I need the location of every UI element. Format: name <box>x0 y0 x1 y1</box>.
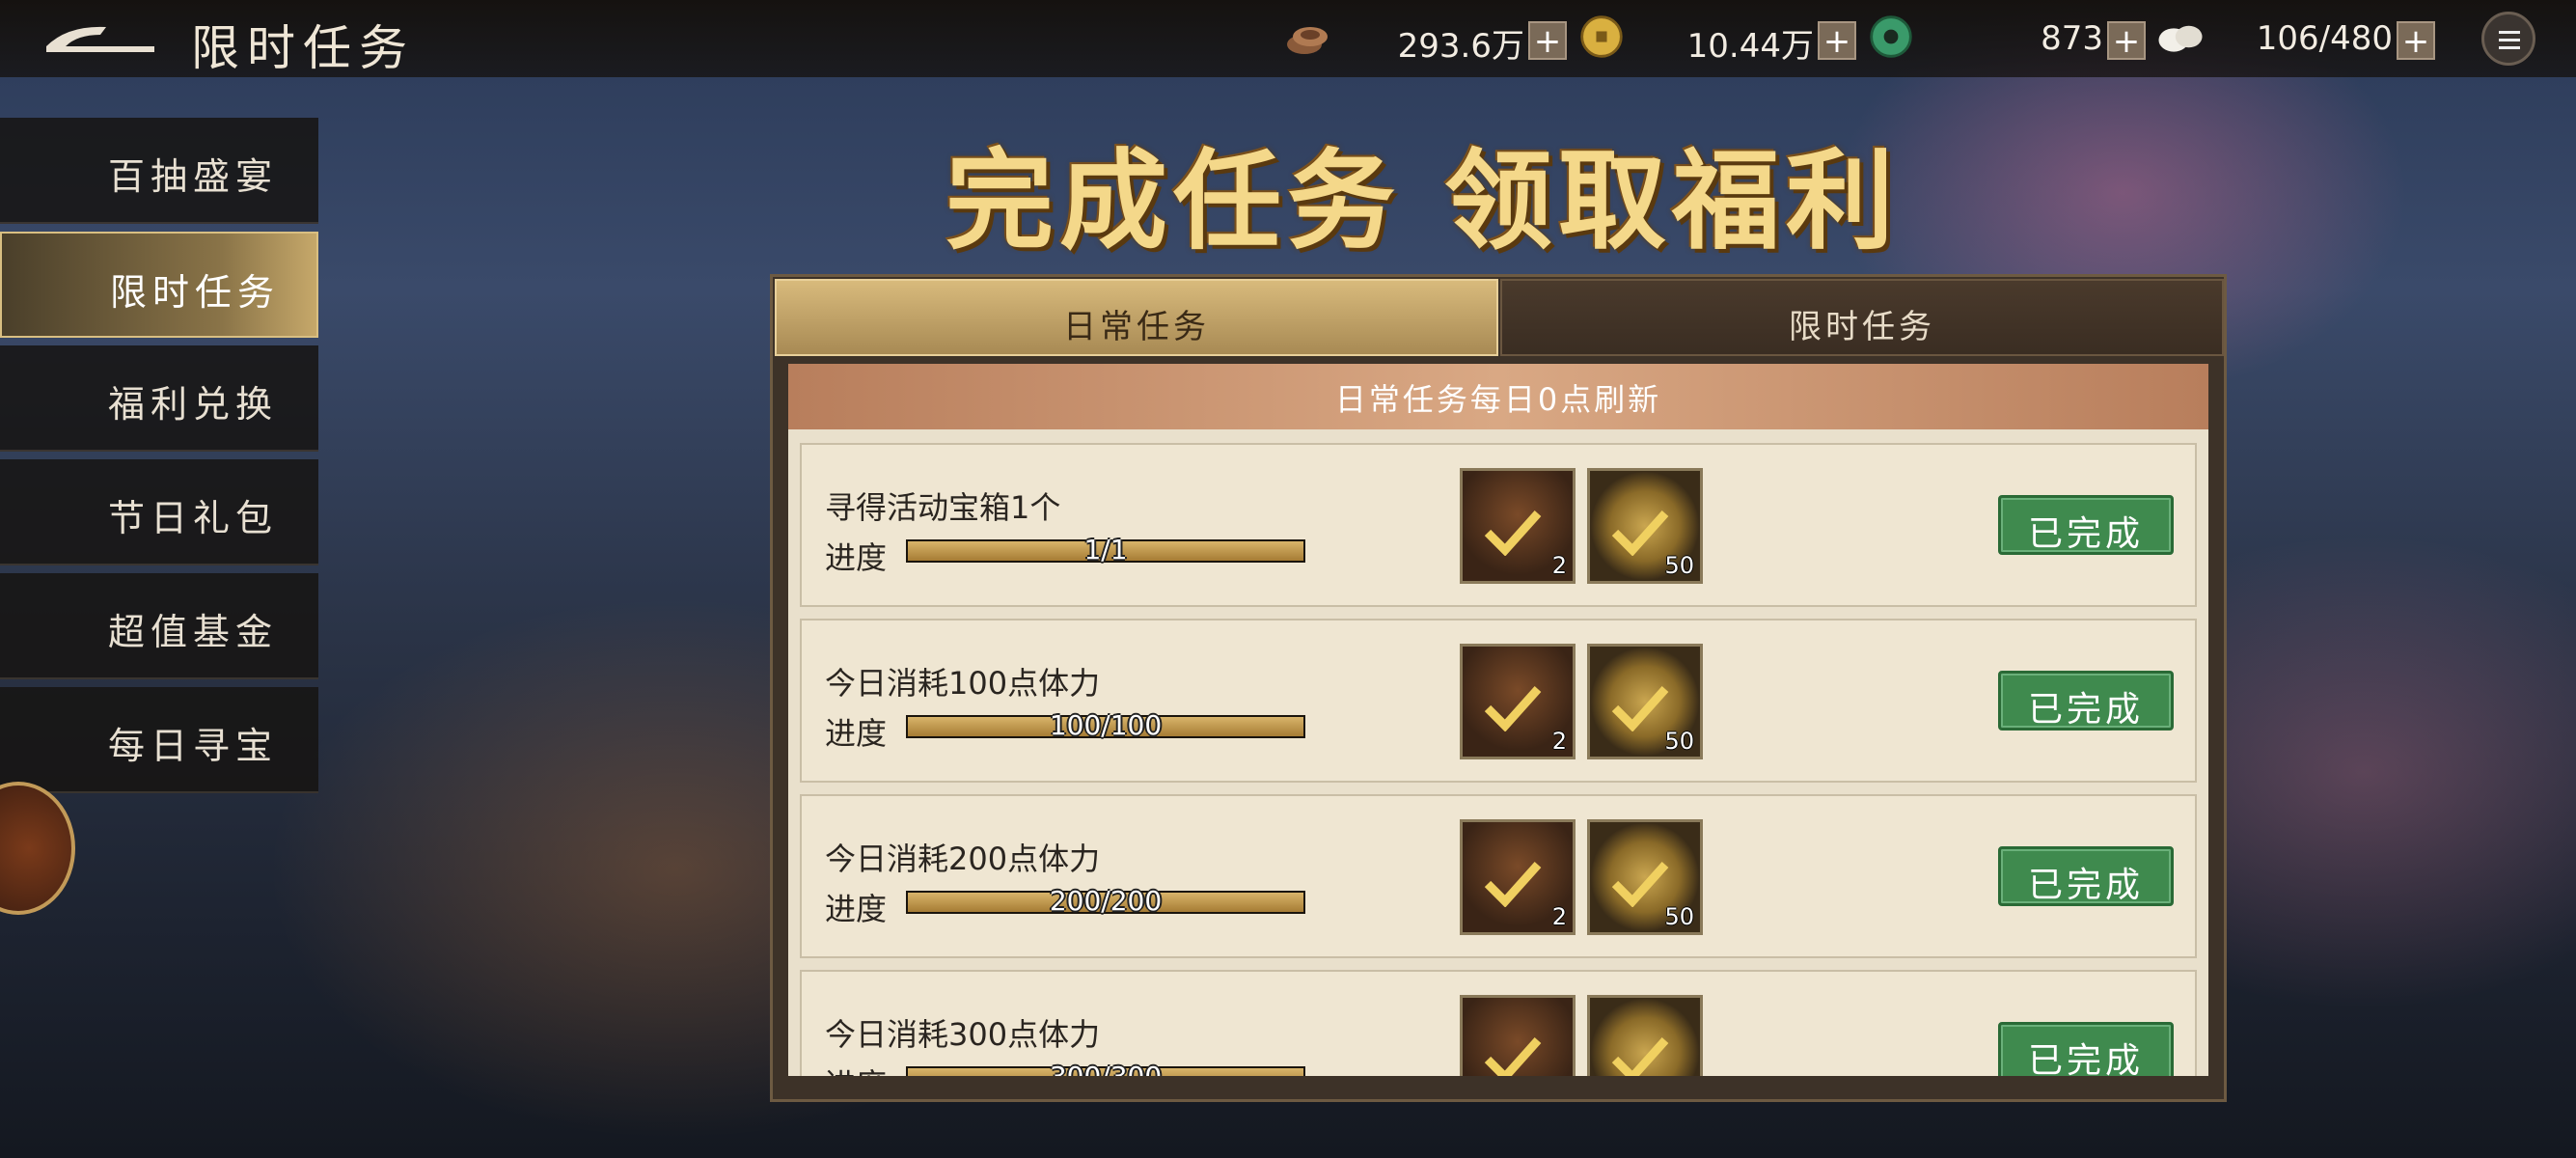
progress-text: 1/1 <box>1083 534 1128 565</box>
completed-button[interactable]: 已完成 <box>1998 495 2174 555</box>
reward-count: 2 <box>1551 728 1567 755</box>
stamina-value: 106/480 <box>2256 19 2393 58</box>
sidebar-item-hundred-draw[interactable]: 百抽盛宴 <box>0 118 318 224</box>
sidebar-item-festival-gift[interactable]: 节日礼包 <box>0 459 318 565</box>
gold-coin-value: 10.44万 <box>1686 27 1814 66</box>
progress-label: 进度 <box>825 539 888 576</box>
check-icon <box>1611 1036 1669 1076</box>
check-icon <box>1611 861 1669 907</box>
check-icon <box>1611 685 1669 731</box>
task-row: 今日消耗200点体力 进度 200/200 2 50 已完成 <box>800 794 2197 958</box>
reward-gold-coin[interactable] <box>1587 995 1703 1076</box>
sidebar-item-label: 超值基金 <box>108 611 279 653</box>
stamina-bun-icon <box>2158 25 2203 52</box>
banner-title: 完成任务 领取福利 <box>945 138 1900 264</box>
progress-label: 进度 <box>825 891 888 927</box>
reward-treasure-box[interactable] <box>1460 995 1576 1076</box>
sidebar-item-welfare-exchange[interactable]: 福利兑换 <box>0 345 318 452</box>
top-bar: 限时任务 293.6万 + 10.44万 + 873 + 106/480 + <box>0 0 2576 77</box>
progress-text: 200/200 <box>1049 885 1163 917</box>
status-label: 已完成 <box>2027 866 2144 905</box>
reward-count: 50 <box>1664 552 1694 579</box>
event-badge-icon[interactable] <box>0 782 75 915</box>
progress-bar: 300/300 <box>906 1061 1305 1076</box>
page-title: 限时任务 <box>191 20 415 76</box>
back-arrow-icon[interactable] <box>39 17 164 60</box>
refresh-notice-bar: 日常任务每日0点刷新 <box>788 364 2208 429</box>
progress-label: 进度 <box>825 715 888 752</box>
sidebar-item-value-fund[interactable]: 超值基金 <box>0 573 318 679</box>
task-list[interactable]: 寻得活动宝箱1个 进度 1/1 2 50 已完成 今日消耗100点体力 进度 1… <box>788 429 2208 1076</box>
check-icon <box>1484 685 1542 731</box>
menu-button[interactable] <box>2481 12 2535 66</box>
progress-bar: 100/100 <box>906 709 1305 741</box>
completed-button[interactable]: 已完成 <box>1998 846 2174 906</box>
sidebar-item-label: 节日礼包 <box>108 497 279 539</box>
reward-count: 2 <box>1551 552 1567 579</box>
sidebar-item-label: 每日寻宝 <box>108 725 279 767</box>
completed-button[interactable]: 已完成 <box>1998 671 2174 731</box>
tab-daily-tasks[interactable]: 日常任务 <box>775 279 1498 356</box>
sidebar-item-label: 限时任务 <box>110 271 281 314</box>
add-gold-coin-button[interactable]: + <box>1818 21 1856 60</box>
copper-coins-value: 293.6万 <box>1397 27 1524 66</box>
task-row: 今日消耗300点体力 进度 300/300 已完成 <box>800 970 2197 1076</box>
jade-value: 873 <box>2041 19 2103 58</box>
reward-count: 50 <box>1664 728 1694 755</box>
check-icon <box>1611 510 1669 556</box>
sidebar-item-label: 福利兑换 <box>108 383 279 426</box>
refresh-notice: 日常任务每日0点刷新 <box>1334 381 1662 418</box>
check-icon <box>1484 510 1542 556</box>
progress-bar: 1/1 <box>906 534 1305 565</box>
check-icon <box>1484 1036 1542 1076</box>
reward-count: 2 <box>1551 903 1567 930</box>
status-label: 已完成 <box>2027 690 2144 730</box>
progress-text: 100/100 <box>1049 709 1163 741</box>
task-name: 今日消耗100点体力 <box>825 665 1101 702</box>
tab-label: 限时任务 <box>1789 308 1935 346</box>
add-jade-button[interactable]: + <box>2107 21 2146 60</box>
task-name: 寻得活动宝箱1个 <box>825 489 1061 526</box>
task-row: 今日消耗100点体力 进度 100/100 2 50 已完成 <box>800 619 2197 783</box>
completed-button[interactable]: 已完成 <box>1998 1022 2174 1076</box>
progress-text: 300/300 <box>908 1061 1303 1076</box>
task-name: 今日消耗300点体力 <box>825 1016 1101 1053</box>
tab-limited-tasks[interactable]: 限时任务 <box>1500 279 2224 356</box>
add-copper-coins-button[interactable]: + <box>1528 21 1567 60</box>
task-row: 寻得活动宝箱1个 进度 1/1 2 50 已完成 <box>800 443 2197 607</box>
copper-coins-icon <box>1287 27 1328 54</box>
sidebar-item-label: 百抽盛宴 <box>108 155 279 198</box>
jade-icon <box>1870 15 1912 58</box>
reward-treasure-box[interactable]: 2 <box>1460 644 1576 759</box>
task-name: 今日消耗200点体力 <box>825 841 1101 877</box>
reward-gold-coin[interactable]: 50 <box>1587 644 1703 759</box>
progress-label: 进度 <box>825 1061 887 1076</box>
task-panel: 日常任务 限时任务 日常任务每日0点刷新 寻得活动宝箱1个 进度 1/1 2 5… <box>770 274 2227 1102</box>
sidebar-item-daily-treasure[interactable]: 每日寻宝 <box>0 687 318 793</box>
menu-icon <box>2499 31 2520 34</box>
status-label: 已完成 <box>2027 1041 2144 1076</box>
reward-treasure-box[interactable]: 2 <box>1460 819 1576 935</box>
reward-gold-coin[interactable]: 50 <box>1587 468 1703 584</box>
check-icon <box>1484 861 1542 907</box>
reward-gold-coin[interactable]: 50 <box>1587 819 1703 935</box>
sidebar-item-limited-tasks[interactable]: 限时任务 <box>0 232 318 338</box>
reward-treasure-box[interactable]: 2 <box>1460 468 1576 584</box>
progress-bar: 200/200 <box>906 885 1305 917</box>
status-label: 已完成 <box>2027 514 2144 554</box>
tab-label: 日常任务 <box>1063 308 1210 346</box>
reward-count: 50 <box>1664 903 1694 930</box>
gold-coin-icon <box>1580 15 1623 58</box>
add-stamina-button[interactable]: + <box>2397 21 2435 60</box>
